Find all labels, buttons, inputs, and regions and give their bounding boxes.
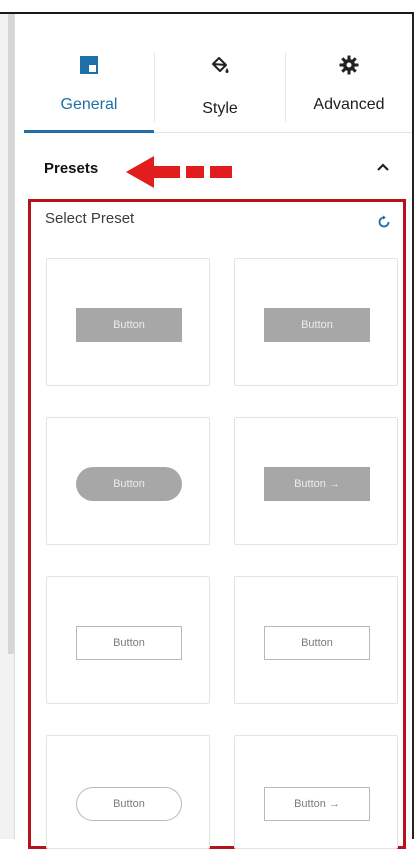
tab-general[interactable]: General [24,36,154,133]
paint-bucket-icon [212,57,229,73]
tab-advanced[interactable]: Advanced [286,36,412,132]
section-title: Presets [44,160,99,177]
preset-card[interactable]: Button [46,576,210,704]
annotation-arrow-icon [126,156,232,188]
left-scroll-rail [0,14,15,839]
tab-label: Advanced [313,96,385,113]
preset-button-preview: Button [76,787,182,821]
preset-button-preview: Button [76,308,182,342]
layout-icon [80,56,98,74]
preset-card[interactable]: Button [234,576,398,704]
tab-style[interactable]: Style [155,36,285,132]
preset-card[interactable]: Button [46,417,210,545]
preset-card[interactable]: Button → [234,735,398,849]
scrollbar-track[interactable] [8,14,14,654]
preset-button-preview: Button → [264,787,370,821]
tab-bar: General Style Advanced [24,36,412,133]
tab-label: Style [202,100,238,117]
preset-button-preview: Button [76,626,182,660]
select-preset-label: Select Preset [45,210,135,227]
tab-label: General [60,96,118,113]
gear-icon [339,55,359,75]
preset-card[interactable]: Button [234,258,398,386]
preset-card[interactable]: Button [46,258,210,386]
preset-button-preview: Button [264,308,370,342]
chevron-up-icon[interactable] [374,158,392,176]
settings-panel: General Style Advanced Presets Select Pr… [24,14,412,849]
preset-button-preview: Button [76,467,182,501]
preset-button-preview: Button [264,626,370,660]
preset-button-preview: Button → [264,467,370,501]
window-top-border [0,0,414,14]
reset-icon[interactable] [377,215,391,229]
preset-selector-highlight: Select Preset Button Button Button Butto… [28,199,406,849]
preset-card[interactable]: Button → [234,417,398,545]
preset-card[interactable]: Button [46,735,210,849]
